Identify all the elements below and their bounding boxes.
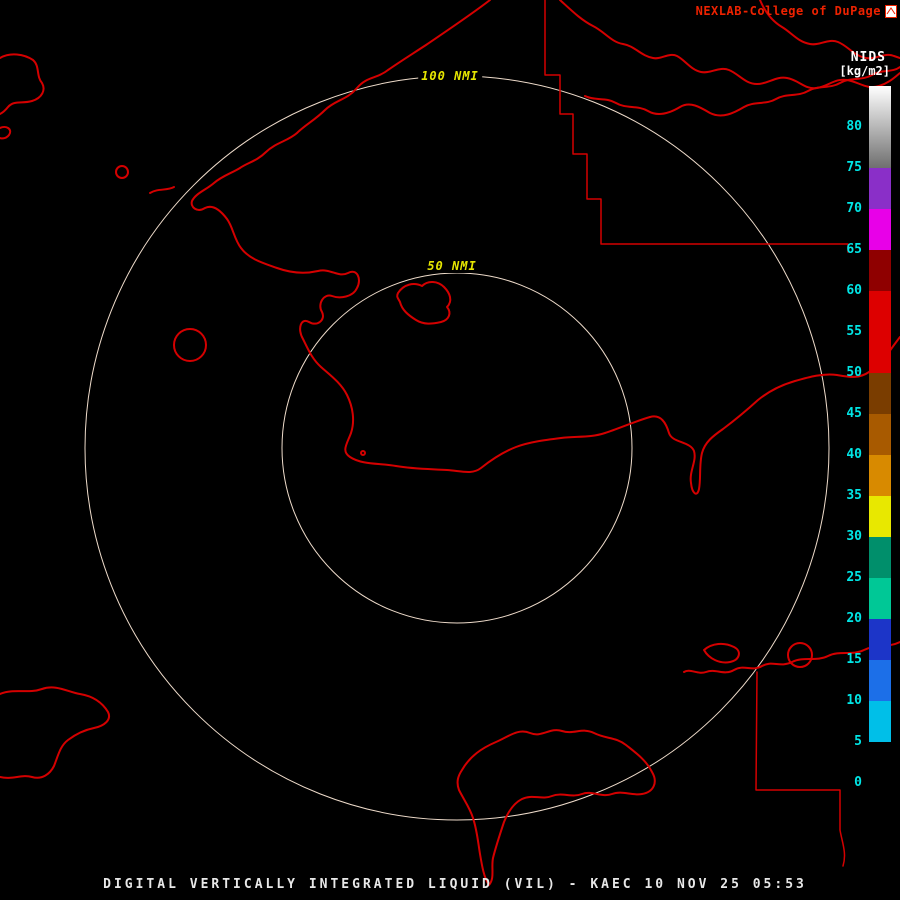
colorbar-tick-45: 45 (846, 406, 862, 421)
colorbar-tick-65: 65 (846, 242, 862, 257)
colorbar-tick-60: 60 (846, 283, 862, 298)
colorbar-title: NIDS (850, 50, 886, 65)
radar-display: 50 NMI 100 NMI 80 75 70 65 60 55 50 45 40 35 30 25 20… (0, 0, 900, 900)
brand-watermark: NEXLAB-College of DuPage (696, 4, 897, 18)
colorbar-tick-10: 10 (846, 693, 862, 708)
colorbar-tick-80: 80 (846, 119, 862, 134)
colorbar-tick-30: 30 (846, 529, 862, 544)
brand-text: NEXLAB-College of DuPage (695, 4, 881, 18)
colorbar-tick-5: 5 (854, 734, 862, 749)
colorbar-tick-25: 25 (846, 570, 862, 585)
colorbar-ticks: 80 75 70 65 60 55 50 45 40 35 30 25 20 15 10 5 0 (0, 0, 900, 900)
colorbar-tick-20: 20 (846, 611, 862, 626)
colorbar-tick-15: 15 (846, 652, 862, 667)
colorbar-tick-0: 0 (854, 775, 862, 790)
colorbar-tick-75: 75 (846, 160, 862, 175)
colorbar-tick-35: 35 (846, 488, 862, 503)
colorbar-tick-40: 40 (846, 447, 862, 462)
colorbar-tick-55: 55 (846, 324, 862, 339)
product-caption: DIGITAL VERTICALLY INTEGRATED LIQUID (VI… (103, 877, 807, 892)
colorbar-units: [kg/m2] (839, 64, 890, 78)
nexlab-logo-icon (885, 4, 897, 18)
colorbar-tick-50: 50 (846, 365, 862, 380)
colorbar-tick-70: 70 (846, 201, 862, 216)
